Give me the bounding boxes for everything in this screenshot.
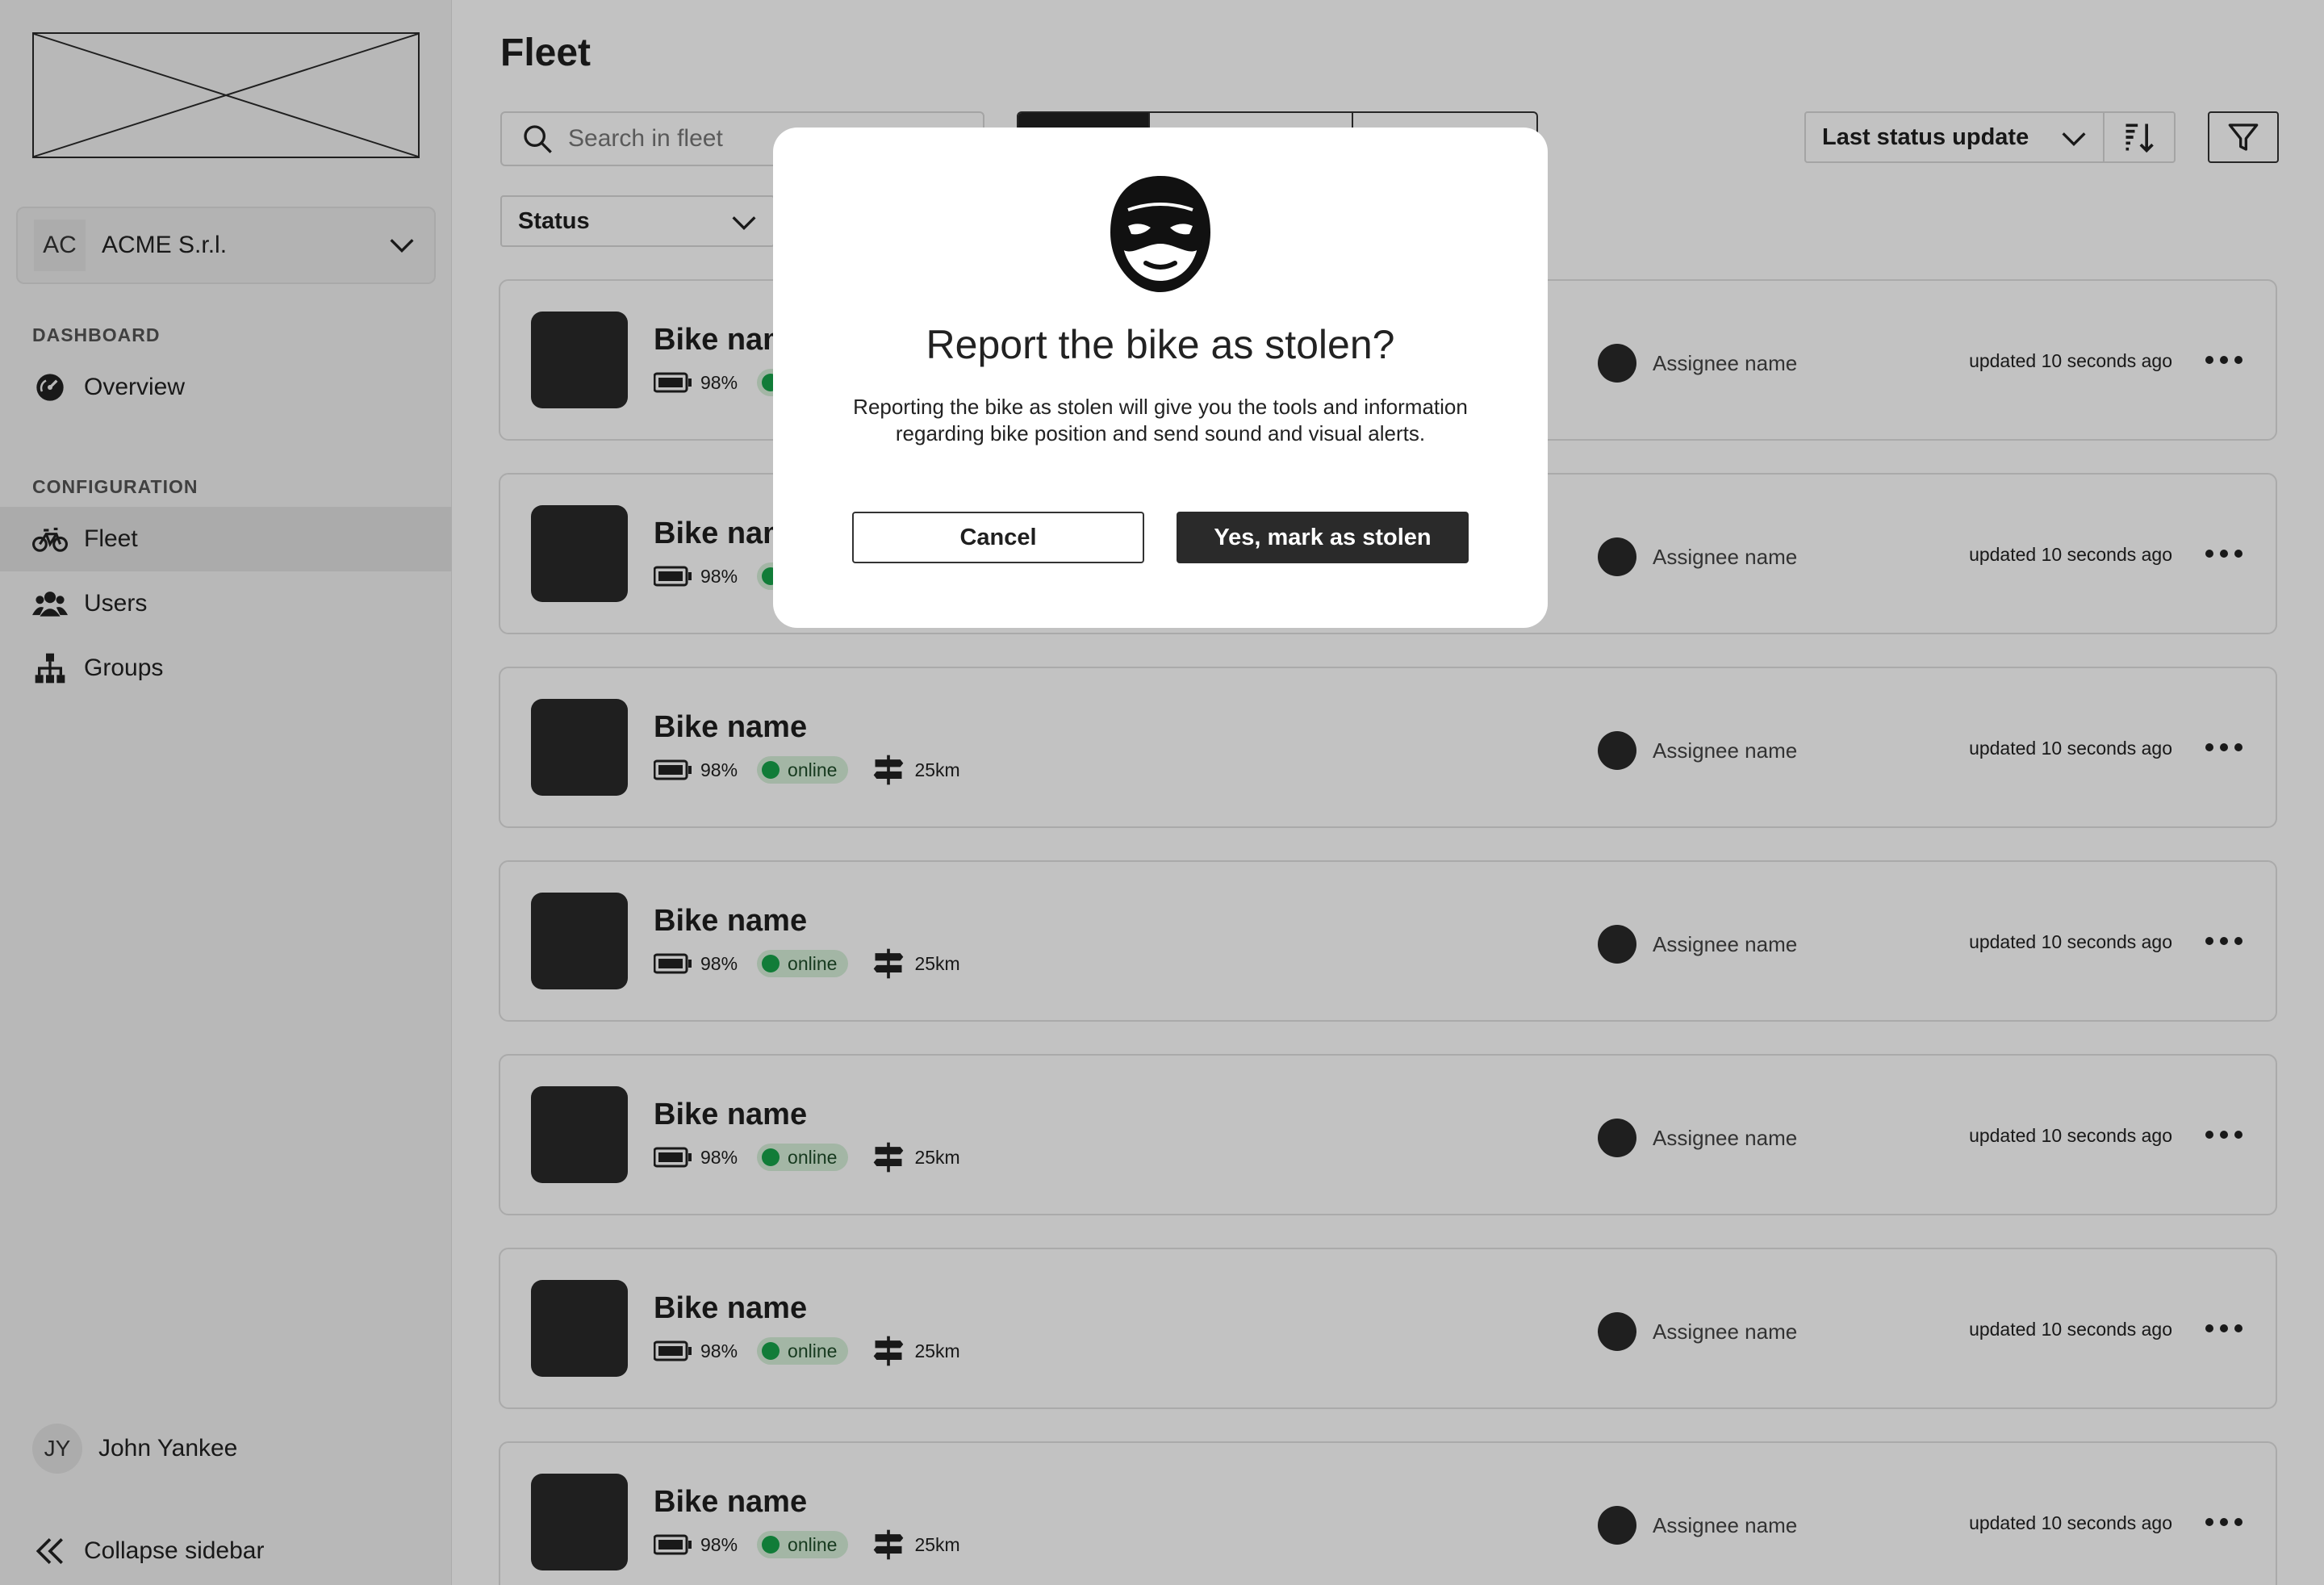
dialog-body: Reporting the bike as stolen will give y… (853, 395, 1468, 445)
thief-mask-icon (1110, 176, 1210, 292)
mark-as-stolen-button[interactable]: Yes, mark as stolen (1177, 512, 1469, 563)
dialog-title: Report the bike as stolen? (926, 322, 1395, 367)
report-stolen-dialog: Report the bike as stolen? Reporting the… (773, 128, 1548, 628)
cancel-button[interactable]: Cancel (852, 512, 1144, 563)
